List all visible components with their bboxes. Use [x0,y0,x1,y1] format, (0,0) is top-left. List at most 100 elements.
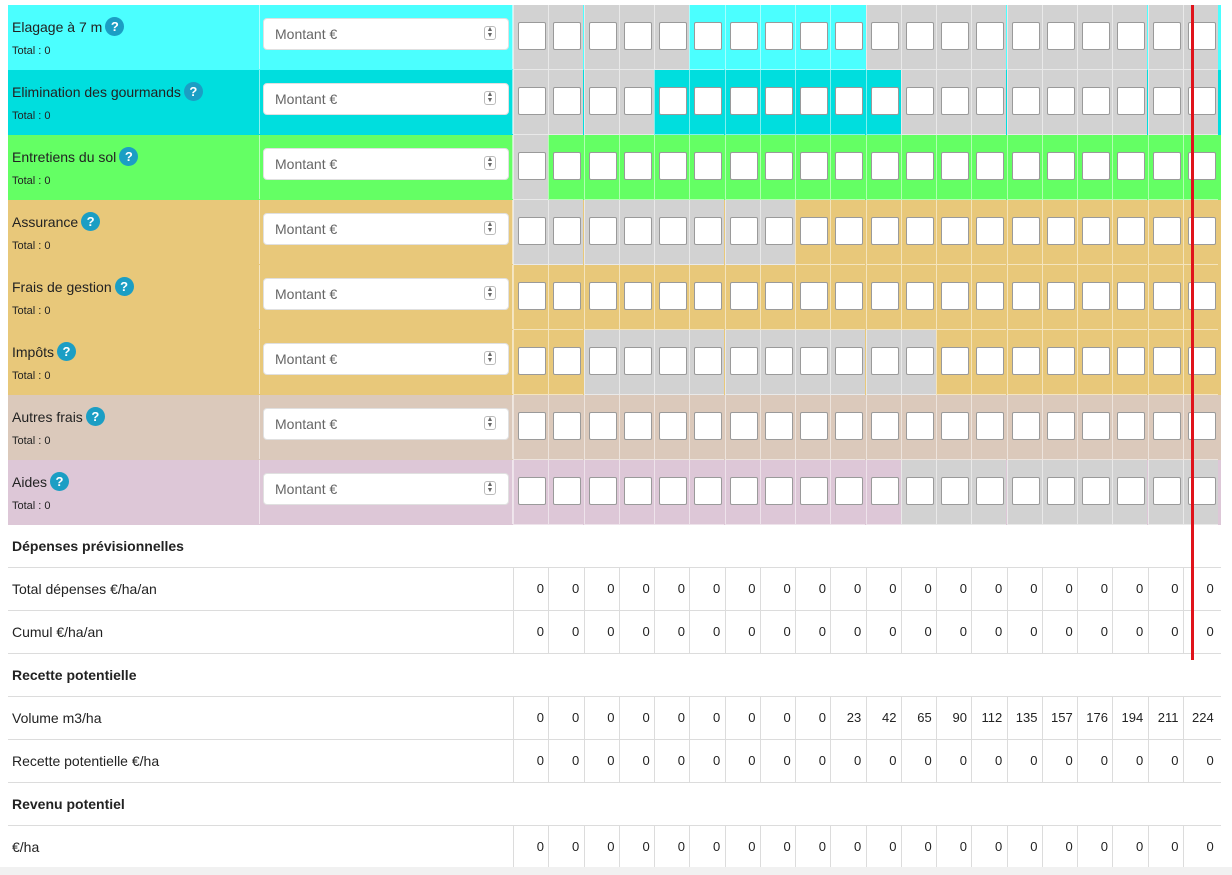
year-checkbox[interactable] [764,152,793,180]
year-checkbox[interactable] [588,217,617,245]
year-checkbox[interactable] [1011,347,1040,375]
year-checkbox[interactable] [659,87,687,115]
year-checkbox[interactable] [1082,477,1110,505]
year-checkbox[interactable] [800,282,828,310]
year-checkbox[interactable] [870,217,899,245]
year-checkbox[interactable] [623,22,652,50]
year-checkbox[interactable] [941,152,969,180]
help-icon[interactable]: ? [105,17,125,36]
year-checkbox[interactable] [835,217,864,245]
year-checkbox[interactable] [1082,87,1110,115]
year-checkbox[interactable] [870,347,899,375]
year-checkbox[interactable] [694,217,723,245]
year-checkbox[interactable] [623,282,652,310]
year-checkbox[interactable] [1011,412,1040,440]
stepper-icon[interactable]: ▲ ▼ [484,91,496,105]
help-icon[interactable]: ? [50,472,70,491]
year-checkbox[interactable] [518,87,546,115]
year-checkbox[interactable] [835,22,864,50]
horizontal-scrollbar[interactable] [0,867,1232,875]
year-checkbox[interactable] [518,412,546,440]
year-checkbox[interactable] [1082,22,1110,50]
year-checkbox[interactable] [1011,22,1040,50]
amount-input[interactable]: Montant € ▲ ▼ [263,83,509,115]
year-checkbox[interactable] [1082,412,1110,440]
stepper-icon[interactable]: ▲ ▼ [484,26,496,40]
year-checkbox[interactable] [1011,477,1040,505]
year-checkbox[interactable] [1046,347,1075,375]
stepper-icon[interactable]: ▲ ▼ [484,156,496,170]
year-checkbox[interactable] [1082,152,1110,180]
year-checkbox[interactable] [905,22,934,50]
year-checkbox[interactable] [800,22,828,50]
year-checkbox[interactable] [729,477,758,505]
year-checkbox[interactable] [729,217,758,245]
year-checkbox[interactable] [1152,347,1181,375]
year-checkbox[interactable] [588,87,617,115]
year-checkbox[interactable] [729,152,758,180]
stepper-icon[interactable]: ▲ ▼ [484,416,496,430]
year-checkbox[interactable] [1152,282,1181,310]
stepper-icon[interactable]: ▲ ▼ [484,286,496,300]
year-checkbox[interactable] [1046,477,1075,505]
year-checkbox[interactable] [729,347,758,375]
year-checkbox[interactable] [976,22,1005,50]
year-checkbox[interactable] [976,282,1005,310]
amount-input[interactable]: Montant € ▲ ▼ [263,408,509,440]
year-checkbox[interactable] [976,87,1005,115]
year-checkbox[interactable] [659,282,687,310]
year-checkbox[interactable] [941,412,969,440]
year-checkbox[interactable] [870,22,899,50]
help-icon[interactable]: ? [57,342,77,361]
year-checkbox[interactable] [1152,152,1181,180]
year-checkbox[interactable] [553,347,582,375]
year-checkbox[interactable] [870,412,899,440]
year-checkbox[interactable] [905,347,934,375]
year-checkbox[interactable] [976,477,1005,505]
year-checkbox[interactable] [659,347,687,375]
year-checkbox[interactable] [518,282,546,310]
year-checkbox[interactable] [694,412,723,440]
year-checkbox[interactable] [905,477,934,505]
year-checkbox[interactable] [518,477,546,505]
year-checkbox[interactable] [729,282,758,310]
year-checkbox[interactable] [1152,477,1181,505]
year-checkbox[interactable] [1046,412,1075,440]
year-checkbox[interactable] [694,152,723,180]
year-checkbox[interactable] [800,217,828,245]
year-checkbox[interactable] [518,217,546,245]
year-checkbox[interactable] [800,477,828,505]
year-checkbox[interactable] [553,477,582,505]
year-checkbox[interactable] [623,87,652,115]
year-checkbox[interactable] [870,87,899,115]
year-checkbox[interactable] [588,347,617,375]
amount-input[interactable]: Montant € ▲ ▼ [263,278,509,310]
help-icon[interactable]: ? [85,407,105,426]
year-checkbox[interactable] [1152,22,1181,50]
year-checkbox[interactable] [659,412,687,440]
year-checkbox[interactable] [588,22,617,50]
year-checkbox[interactable] [1152,217,1181,245]
year-checkbox[interactable] [905,217,934,245]
year-checkbox[interactable] [1152,87,1181,115]
year-checkbox[interactable] [694,347,723,375]
stepper-icon[interactable]: ▲ ▼ [484,351,496,365]
year-checkbox[interactable] [729,87,758,115]
year-checkbox[interactable] [659,217,687,245]
year-checkbox[interactable] [518,347,546,375]
year-checkbox[interactable] [1011,87,1040,115]
year-checkbox[interactable] [905,87,934,115]
year-checkbox[interactable] [659,22,687,50]
year-checkbox[interactable] [518,152,546,180]
help-icon[interactable]: ? [119,147,139,166]
year-checkbox[interactable] [905,282,934,310]
year-checkbox[interactable] [588,477,617,505]
year-checkbox[interactable] [1082,347,1110,375]
year-checkbox[interactable] [835,347,864,375]
stepper-icon[interactable]: ▲ ▼ [484,481,496,495]
year-checkbox[interactable] [659,477,687,505]
year-checkbox[interactable] [1117,87,1146,115]
amount-input[interactable]: Montant € ▲ ▼ [263,18,509,50]
year-checkbox[interactable] [835,282,864,310]
year-checkbox[interactable] [553,282,582,310]
